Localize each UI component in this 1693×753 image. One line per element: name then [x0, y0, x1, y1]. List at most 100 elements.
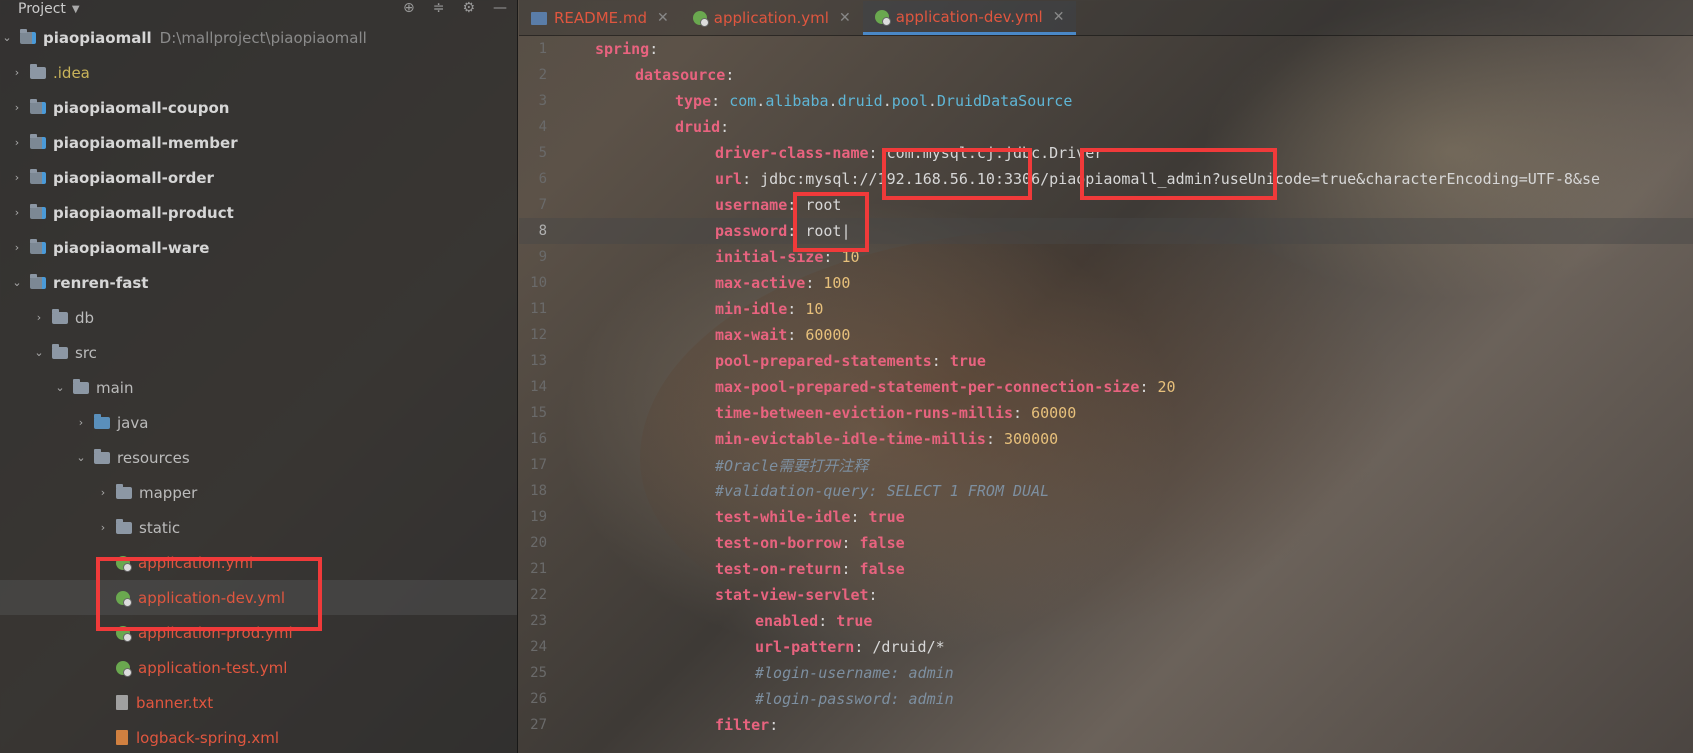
- tree-item-coupon[interactable]: › piaopiaomall-coupon: [0, 90, 517, 125]
- code-line: 20 test-on-borrow: false: [530, 534, 905, 552]
- code-line: 15 time-between-eviction-runs-millis: 60…: [530, 404, 1077, 422]
- chevron-right-icon[interactable]: ›: [10, 136, 24, 149]
- code-line: 5 driver-class-name: com.mysql.cj.jdbc.D…: [538, 144, 1104, 162]
- chevron-right-icon[interactable]: ›: [10, 241, 24, 254]
- text-file-icon: [116, 695, 128, 710]
- tree-item-logback-xml[interactable]: logback-spring.xml: [0, 720, 517, 753]
- code-line: 9 initial-size: 10: [538, 248, 860, 266]
- tree-item-label: main: [96, 378, 134, 397]
- tree-item-application-dev-yml[interactable]: application-dev.yml: [0, 580, 517, 615]
- chevron-right-icon[interactable]: ›: [10, 66, 24, 79]
- chevron-down-icon[interactable]: ▼: [72, 4, 80, 15]
- code-editor[interactable]: 1 spring: 2 datasource: 3 type: com.alib…: [519, 36, 1693, 753]
- panel-title[interactable]: Project: [18, 1, 66, 17]
- code-line: 23 enabled: true: [530, 612, 873, 630]
- code-line: 7 username: root: [538, 196, 842, 214]
- tree-item-mapper[interactable]: › mapper: [0, 475, 517, 510]
- close-icon[interactable]: ✕: [1053, 9, 1065, 25]
- tree-item-static[interactable]: › static: [0, 510, 517, 545]
- tree-item-label: mapper: [139, 483, 198, 502]
- code-line: 14 max-pool-prepared-statement-per-conne…: [530, 378, 1176, 396]
- tree-item-renren-fast[interactable]: ⌄ renren-fast: [0, 265, 517, 300]
- tree-item-db[interactable]: › db: [0, 300, 517, 335]
- chevron-down-icon[interactable]: ⌄: [32, 346, 46, 359]
- code-line: 21 test-on-return: false: [530, 560, 905, 578]
- locate-icon[interactable]: ⊕: [403, 0, 415, 16]
- tab-readme[interactable]: README.md ✕: [519, 1, 681, 35]
- code-line: 3 type: com.alibaba.druid.pool.DruidData…: [538, 92, 1073, 110]
- tree-item-label: java: [117, 413, 149, 432]
- tree-item-label: application-prod.yml: [138, 623, 293, 642]
- tree-item-application-test-yml[interactable]: application-test.yml: [0, 650, 517, 685]
- tree-item-label: application-dev.yml: [138, 588, 286, 607]
- tree-item-application-prod-yml[interactable]: application-prod.yml: [0, 615, 517, 650]
- chevron-right-icon[interactable]: ›: [96, 486, 110, 499]
- collapse-icon[interactable]: ≑: [433, 0, 445, 16]
- tree-item-label: piaopiaomall-coupon: [53, 98, 230, 117]
- tree-item-label: static: [139, 518, 181, 537]
- code-line: 27 filter:: [530, 716, 779, 734]
- tree-item-root[interactable]: ⌄ piaopiaomall D:\mallproject\piaopiaoma…: [0, 20, 517, 55]
- tree-item-banner-txt[interactable]: banner.txt: [0, 685, 517, 720]
- chevron-right-icon[interactable]: ›: [96, 521, 110, 534]
- tree-item-label: banner.txt: [136, 693, 214, 712]
- close-icon[interactable]: ✕: [839, 10, 851, 26]
- tree-item-java[interactable]: › java: [0, 405, 517, 440]
- code-line: 24 url-pattern: /druid/*: [530, 638, 945, 656]
- code-line: 6 url: jdbc:mysql://192.168.56.10:3306/p…: [538, 170, 1601, 188]
- module-folder-icon: [30, 273, 46, 289]
- xml-file-icon: [116, 730, 128, 745]
- tree-item-label: resources: [117, 448, 190, 467]
- chevron-down-icon[interactable]: ⌄: [0, 31, 14, 44]
- tree-item-src[interactable]: ⌄ src: [0, 335, 517, 370]
- spring-yml-icon: [116, 660, 132, 677]
- resources-folder-icon: [94, 448, 110, 464]
- editor: README.md ✕ application.yml ✕ applicatio…: [519, 0, 1693, 753]
- spring-yml-icon: [116, 625, 132, 642]
- code-line: 10 max-active: 100: [530, 274, 851, 292]
- code-line: 19 test-while-idle: true: [530, 508, 905, 526]
- module-folder-icon: [30, 133, 46, 149]
- folder-icon: [73, 378, 89, 394]
- tab-application-yml[interactable]: application.yml ✕: [681, 1, 863, 35]
- chevron-down-icon[interactable]: ⌄: [10, 276, 24, 289]
- root-path: D:\mallproject\piaopiaomall: [159, 28, 367, 47]
- close-icon[interactable]: ✕: [657, 10, 669, 26]
- folder-icon: [116, 518, 132, 534]
- module-folder-icon: [30, 203, 46, 219]
- tree-item-label: renren-fast: [53, 273, 149, 292]
- module-folder-icon: [20, 28, 36, 44]
- code-line: 13 pool-prepared-statements: true: [530, 352, 986, 370]
- chevron-right-icon[interactable]: ›: [10, 206, 24, 219]
- chevron-right-icon[interactable]: ›: [10, 171, 24, 184]
- code-line: 26 #login-password: admin: [530, 690, 954, 708]
- tree-item-order[interactable]: › piaopiaomall-order: [0, 160, 517, 195]
- code-line: 11 min-idle: 10: [530, 300, 824, 318]
- source-folder-icon: [94, 413, 110, 429]
- tree-item-main[interactable]: ⌄ main: [0, 370, 517, 405]
- tree-item-label: application.yml: [138, 553, 254, 572]
- minimize-icon[interactable]: —: [493, 0, 507, 16]
- tree-item-label: piaopiaomall-order: [53, 168, 214, 187]
- tree-item-member[interactable]: › piaopiaomall-member: [0, 125, 517, 160]
- chevron-down-icon[interactable]: ⌄: [74, 451, 88, 464]
- tree-item-label: application-test.yml: [138, 658, 288, 677]
- code-line: 12 max-wait: 60000: [530, 326, 851, 344]
- gear-icon[interactable]: ⚙: [462, 0, 475, 16]
- tree-item-application-yml[interactable]: application.yml: [0, 545, 517, 580]
- chevron-right-icon[interactable]: ›: [32, 311, 46, 324]
- tab-application-dev-yml[interactable]: application-dev.yml ✕: [862, 1, 1077, 35]
- project-panel-header: Project ▼ ⊕ ≑ ⚙ —: [0, 0, 517, 18]
- tree-item-ware[interactable]: › piaopiaomall-ware: [0, 230, 517, 265]
- code-line: 16 min-evictable-idle-time-millis: 30000…: [530, 430, 1059, 448]
- tree-item-resources[interactable]: ⌄ resources: [0, 440, 517, 475]
- chevron-down-icon[interactable]: ⌄: [53, 381, 67, 394]
- tree-item-product[interactable]: › piaopiaomall-product: [0, 195, 517, 230]
- tree-item-label: logback-spring.xml: [136, 728, 280, 747]
- code-line: 25 #login-username: admin: [530, 664, 954, 682]
- chevron-right-icon[interactable]: ›: [74, 416, 88, 429]
- spring-yml-icon: [116, 590, 132, 607]
- spring-yml-icon: [692, 11, 709, 27]
- tree-item-idea[interactable]: › .idea: [0, 55, 517, 90]
- chevron-right-icon[interactable]: ›: [10, 101, 24, 114]
